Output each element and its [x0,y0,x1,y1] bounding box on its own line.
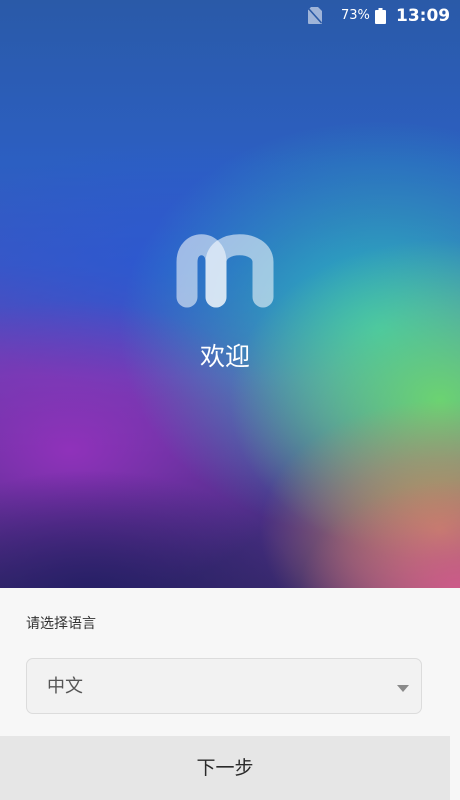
next-button[interactable]: 下一步 [0,736,450,800]
status-bar: 73% 13:09 [0,0,460,32]
language-dropdown[interactable]: 中文 [26,658,422,714]
status-time: 13:09 [396,6,451,26]
chevron-down-icon [397,685,409,692]
battery-percentage: 73% [341,8,370,23]
battery-icon [375,8,386,24]
welcome-title: 欢迎 [199,342,250,371]
no-sim-icon [308,7,322,24]
m-logo [176,234,274,308]
language-prompt: 请选择语言 [26,616,96,632]
language-selected-value: 中文 [47,676,83,697]
